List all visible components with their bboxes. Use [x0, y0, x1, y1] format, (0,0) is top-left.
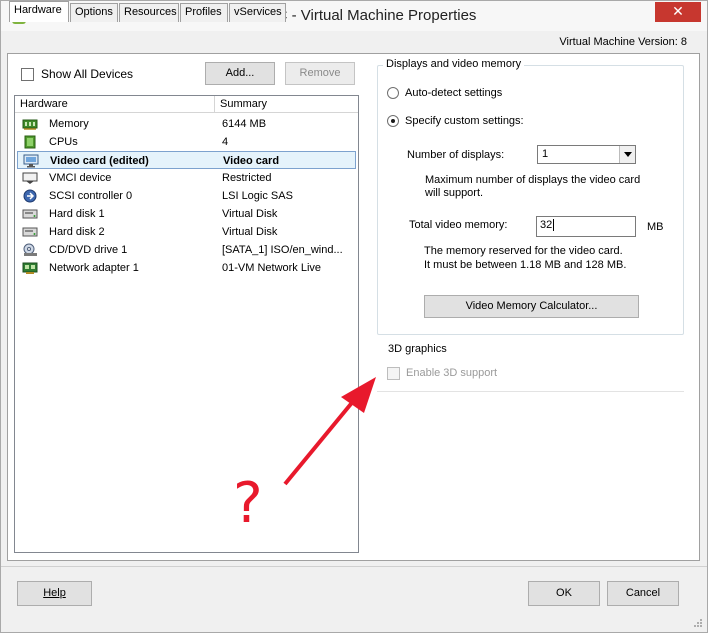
device-row-scsi-controller[interactable]: SCSI controller 0 LSI Logic SAS — [17, 187, 356, 205]
column-header-summary[interactable]: Summary — [215, 96, 358, 113]
help-button-label: Help — [43, 587, 66, 599]
resize-grip-icon[interactable] — [693, 618, 703, 628]
tab-label: Profiles — [185, 6, 222, 18]
column-header-hardware[interactable]: Hardware — [15, 96, 215, 113]
device-row-cpus[interactable]: CPUs 4 — [17, 133, 356, 151]
tab-label: vServices — [234, 6, 282, 18]
vm-version-label: Virtual Machine Version: 8 — [559, 36, 687, 48]
tab-options[interactable]: Options — [70, 3, 118, 22]
cd-dvd-drive-icon — [23, 243, 37, 256]
show-all-devices-label: Show All Devices — [41, 67, 134, 81]
show-all-devices-checkbox[interactable] — [21, 68, 34, 81]
add-device-button[interactable]: Add... — [205, 62, 275, 85]
close-button[interactable]: ✕ — [655, 2, 701, 22]
radio-selected-dot — [391, 119, 395, 123]
device-name: Hard disk 2 — [49, 226, 105, 238]
memory-hint-line-1: The memory reserved for the video card. — [424, 245, 623, 257]
cancel-button[interactable]: Cancel — [607, 581, 679, 606]
device-name: Hard disk 1 — [49, 208, 105, 220]
memory-hint-line-2: It must be between 1.18 MB and 128 MB. — [424, 259, 627, 271]
hard-disk-icon — [22, 227, 38, 237]
num-displays-label: Number of displays: — [407, 149, 505, 161]
displays-group-title: Displays and video memory — [383, 58, 525, 70]
hard-disk-icon — [22, 209, 38, 219]
device-name: Video card (edited) — [50, 155, 149, 167]
num-displays-hint: Maximum number of displays the video car… — [425, 174, 641, 199]
vmci-device-icon — [22, 172, 38, 184]
network-adapter-icon — [22, 262, 38, 274]
total-video-memory-value: 32 — [540, 219, 553, 231]
annotation-question-mark: ? — [233, 471, 263, 536]
remove-device-button[interactable]: Remove — [285, 62, 355, 85]
dropdown-arrow-box — [619, 146, 635, 163]
monitor-icon — [23, 154, 39, 168]
custom-settings-radio[interactable] — [387, 115, 399, 127]
auto-detect-label: Auto-detect settings — [405, 87, 503, 99]
custom-settings-label: Specify custom settings: — [405, 115, 524, 127]
text-caret — [553, 219, 555, 231]
memory-unit-label: MB — [647, 221, 664, 233]
scsi-controller-icon — [23, 189, 37, 203]
device-name: VMCI device — [49, 172, 112, 184]
total-video-memory-label: Total video memory: — [409, 219, 508, 231]
device-row-network-adapter[interactable]: Network adapter 1 01-VM Network Live — [17, 259, 356, 277]
device-summary: 4 — [222, 136, 229, 148]
device-row-hard-disk-1[interactable]: Hard disk 1 Virtual Disk — [17, 205, 356, 223]
3d-graphics-group-title: 3D graphics — [385, 343, 450, 355]
device-name: SCSI controller 0 — [49, 190, 133, 202]
memory-icon — [22, 119, 38, 130]
device-summary: 01-VM Network Live — [222, 262, 322, 274]
tab-profiles[interactable]: Profiles — [180, 3, 228, 22]
video-memory-calculator-button[interactable]: Video Memory Calculator... — [424, 295, 639, 318]
device-summary: 6144 MB — [222, 118, 267, 130]
annotation-arrow — [283, 377, 376, 486]
num-displays-value: 1 — [542, 148, 549, 160]
properties-window: PNL-DC - Virtual Machine Properties ✕ Ha… — [0, 0, 708, 633]
tab-vservices[interactable]: vServices — [229, 3, 286, 22]
device-name: Network adapter 1 — [49, 262, 139, 274]
device-row-vmci[interactable]: VMCI device Restricted — [17, 169, 356, 187]
auto-detect-radio[interactable] — [387, 87, 399, 99]
3d-graphics-separator — [377, 391, 684, 392]
device-name: CD/DVD drive 1 — [49, 244, 128, 256]
chevron-down-icon — [624, 152, 632, 157]
tab-label: Hardware — [14, 4, 62, 16]
device-summary: Virtual Disk — [222, 226, 278, 238]
total-video-memory-input[interactable]: 32 — [536, 216, 636, 237]
device-row-video-card[interactable]: Video card (edited) Video card — [17, 151, 356, 169]
device-row-memory[interactable]: Memory 6144 MB — [17, 115, 356, 133]
device-summary: [SATA_1] ISO/en_wind... — [222, 244, 343, 256]
help-button[interactable]: Help — [17, 581, 92, 606]
tab-label: Options — [75, 6, 113, 18]
num-displays-select[interactable]: 1 — [537, 145, 636, 164]
device-row-hard-disk-2[interactable]: Hard disk 2 Virtual Disk — [17, 223, 356, 241]
footer-separator — [1, 566, 707, 567]
device-name: CPUs — [49, 136, 78, 148]
device-summary: Restricted — [222, 172, 272, 184]
device-name: Memory — [49, 118, 89, 130]
tab-label: Resources — [124, 6, 177, 18]
device-summary: Video card — [223, 155, 280, 167]
cpu-icon — [24, 135, 36, 149]
close-icon: ✕ — [672, 3, 684, 19]
device-row-cd-dvd[interactable]: CD/DVD drive 1 [SATA_1] ISO/en_wind... — [17, 241, 356, 259]
tab-resources[interactable]: Resources — [119, 3, 179, 22]
device-list-header: Hardware Summary — [15, 96, 358, 113]
device-summary: Virtual Disk — [222, 208, 278, 220]
device-summary: LSI Logic SAS — [222, 190, 293, 202]
enable-3d-support-label: Enable 3D support — [406, 367, 498, 379]
ok-button[interactable]: OK — [528, 581, 600, 606]
tab-hardware[interactable]: Hardware — [9, 1, 69, 22]
